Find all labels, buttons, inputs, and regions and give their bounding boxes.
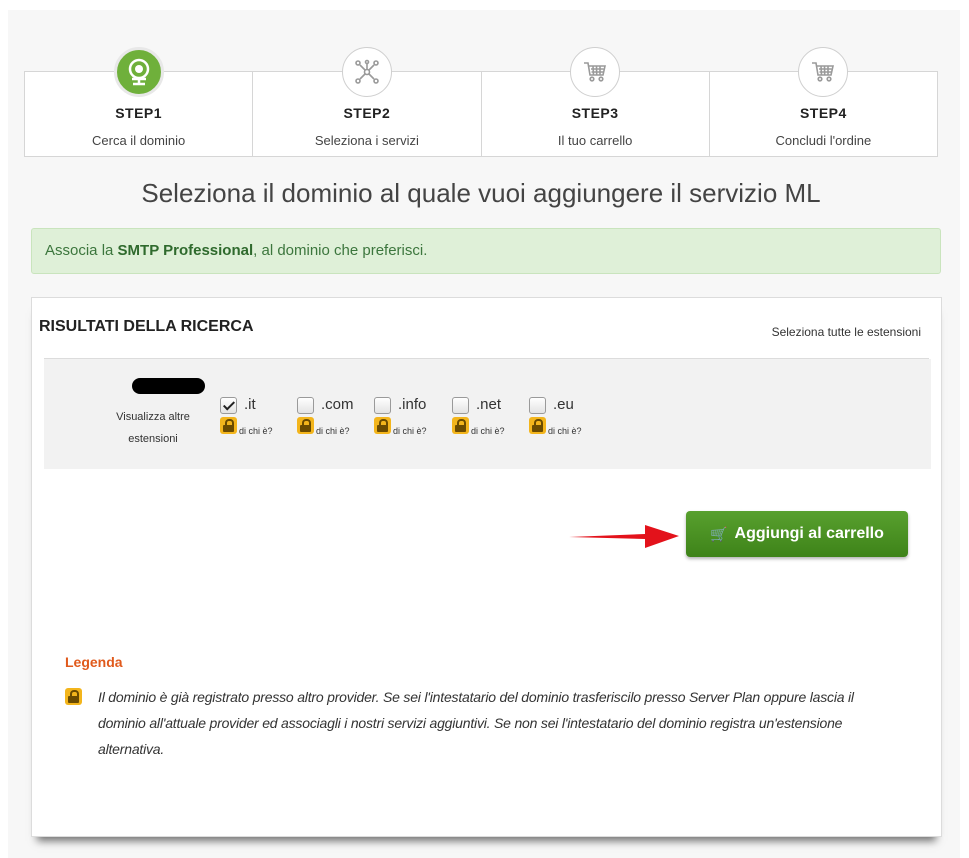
more-extensions-link[interactable]: Visualizza altre estensioni (104, 406, 202, 450)
whois-link[interactable]: di chi è? (239, 426, 273, 436)
lock-icon (65, 688, 82, 705)
page-title: Seleziona il dominio al quale vuoi aggiu… (141, 178, 821, 208)
step-title: STEP3 (571, 105, 619, 121)
legend-text: Il dominio è già registrato presso altro… (98, 689, 854, 757)
extension-label: .info (398, 396, 427, 413)
step-title: STEP2 (343, 105, 391, 121)
cart-icon: 🛒 (710, 525, 728, 542)
results-title: RISULTATI DELLA RICERCA (39, 318, 254, 335)
step-2[interactable]: STEP2 Seleziona i servizi (253, 47, 482, 156)
results-panel: RISULTATI DELLA RICERCA Seleziona tutte … (31, 297, 942, 837)
extension-label: .net (476, 396, 502, 413)
redacted-domain (132, 378, 205, 394)
alert-prefix: Associa la (45, 242, 118, 259)
add-to-cart-button[interactable]: 🛒 Aggiungi al carrello (686, 511, 908, 557)
globe-icon (113, 47, 164, 97)
step-subtitle: Concludi l'ordine (775, 133, 872, 148)
alert-product: SMTP Professional (117, 242, 254, 259)
legend-title: Legenda (65, 654, 123, 670)
step-4[interactable]: STEP4 Concludi l'ordine (710, 47, 937, 156)
lock-icon (529, 417, 546, 434)
step-title: STEP1 (115, 105, 163, 121)
lock-icon (297, 417, 314, 434)
extension-checkbox[interactable] (529, 397, 546, 414)
lock-icon (374, 417, 391, 434)
extension-label: .com (321, 396, 354, 413)
lock-icon (220, 417, 237, 434)
checkout-steps: STEP1 Cerca il dominio STEP2 Seleziona i… (24, 47, 938, 157)
step-subtitle: Cerca il dominio (92, 133, 186, 148)
step-title: STEP4 (799, 105, 847, 121)
extension-checkbox[interactable] (220, 397, 237, 414)
extension-checkbox[interactable] (374, 397, 391, 414)
whois-link[interactable]: di chi è? (316, 426, 350, 436)
extension-label: .eu (553, 396, 574, 413)
lock-icon (452, 417, 469, 434)
step-subtitle: Il tuo carrello (557, 133, 633, 148)
alert-suffix: , al dominio che preferisci. (253, 242, 428, 259)
extension-checkbox[interactable] (297, 397, 314, 414)
whois-link[interactable]: di chi è? (548, 426, 582, 436)
step-subtitle: Seleziona i servizi (314, 133, 419, 148)
cart-icon (798, 47, 849, 97)
add-to-cart-label: Aggiungi al carrello (734, 525, 884, 542)
step-1[interactable]: STEP1 Cerca il dominio (25, 47, 254, 156)
extensions-bar: Visualizza altre estensioni .it di chi è… (44, 359, 931, 469)
info-alert: Associa la SMTP Professional, al dominio… (31, 228, 941, 274)
extension-checkbox[interactable] (452, 397, 469, 414)
whois-link[interactable]: di chi è? (393, 426, 427, 436)
select-all-link[interactable]: Seleziona tutte le estensioni (772, 325, 921, 339)
cart-icon (570, 47, 621, 97)
extension-label: .it (244, 396, 256, 413)
network-icon (341, 47, 392, 97)
whois-link[interactable]: di chi è? (471, 426, 505, 436)
step-3[interactable]: STEP3 Il tuo carrello (482, 47, 710, 156)
red-arrow-icon (569, 525, 679, 548)
